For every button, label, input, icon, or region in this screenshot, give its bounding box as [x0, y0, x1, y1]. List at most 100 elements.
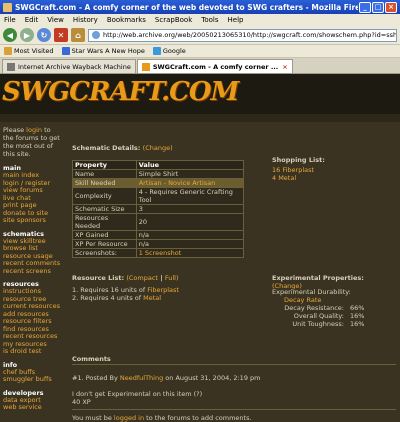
tab-swgcraft[interactable]: SWGCraft.com - A comfy corner ... × [136, 59, 293, 73]
value-cell: n/a [135, 230, 245, 240]
divider [72, 364, 396, 365]
value-cell: 20 [135, 213, 245, 231]
shopping-item[interactable]: 4 Metal [272, 174, 314, 182]
sidebar-link[interactable]: recent screens [3, 267, 61, 276]
site-logo[interactable]: SWGCRAFT.COM [2, 77, 239, 107]
table-row: XP Gained n/a [72, 230, 245, 240]
sidebar-header-strip [0, 114, 64, 122]
main-panel: Schematic Details: (Change) Shopping Lis… [66, 122, 396, 422]
value-cell[interactable]: 1 Screenshot [135, 248, 245, 258]
divider [72, 409, 396, 410]
resource-list: 1. Requires 16 units of Fiberplast 2. Re… [72, 286, 179, 302]
experimental-row: Decay Resistance: 66% [272, 304, 364, 312]
sidebar: Please login to the forums to get the mo… [0, 122, 64, 411]
value-cell: 4 - Requires Generic Crafting Tool [135, 187, 245, 205]
table-row: Schematic Size 3 [72, 204, 245, 214]
sidebar-link[interactable]: web service [3, 403, 61, 412]
swgcraft-icon [141, 62, 150, 71]
menu-help[interactable]: Help [228, 16, 244, 24]
globe-icon [92, 31, 100, 39]
bookmark-label: Star Wars A New Hope [71, 47, 145, 55]
property-cell: XP Per Resource [72, 239, 137, 249]
table-row: Resources Needed 20 [72, 213, 245, 231]
main-header-strip [64, 114, 400, 122]
table-row: Complexity 4 - Requires Generic Crafting … [72, 187, 245, 205]
maximize-button[interactable]: □ [372, 1, 384, 13]
home-icon[interactable]: ⌂ [71, 28, 85, 42]
tab-label: SWGCraft.com - A comfy corner ... [152, 62, 279, 71]
schematic-heading: Schematic Details: (Change) [72, 144, 173, 152]
full-link[interactable]: Full) [165, 274, 179, 282]
property-cell: Resources Needed [72, 213, 137, 231]
menu-history[interactable]: History [73, 16, 98, 24]
bookmark-star-wars[interactable]: Star Wars A New Hope [61, 47, 145, 55]
resource-link[interactable]: Fiberplast [147, 286, 179, 294]
experimental-label: Decay Resistance: [284, 304, 344, 312]
close-button[interactable]: × [385, 1, 397, 13]
bookmarks-toolbar: Most Visited Star Wars A New Hope Google [0, 45, 400, 58]
resource-item: 1. Requires 16 units of Fiberplast [72, 286, 179, 294]
sidebar-link[interactable]: site sponsors [3, 216, 61, 225]
experimental-group-label: Experimental Durability: [272, 288, 351, 296]
comment-author-link[interactable]: NeedfulThing [120, 374, 163, 382]
schematic-table: Property Value Name Simple Shirt Skill Nee… [72, 160, 245, 258]
login-prompt: Please login to the forums to get the mo… [3, 126, 60, 158]
table-row: XP Per Resource n/a [72, 239, 245, 249]
address-bar[interactable]: http://web.archive.org/web/2005021306531… [88, 28, 397, 42]
menu-edit[interactable]: Edit [25, 16, 39, 24]
tab-bar: Internet Archive Wayback Machine SWGCraf… [0, 58, 400, 74]
experimental-row: Unit Toughness: 16% [272, 320, 364, 328]
bookmark-icon [152, 47, 161, 55]
decay-rate-label: Decay Rate [284, 296, 322, 304]
navigation-toolbar: ◀ ▶ ↻ ✕ ⌂ http://web.archive.org/web/200… [0, 26, 400, 45]
property-cell: Skill Needed [72, 178, 137, 188]
tab-label: Internet Archive Wayback Machine [18, 62, 131, 71]
close-tab-icon[interactable]: × [282, 63, 287, 71]
site-banner: SWGCRAFT.COM [0, 74, 400, 114]
schematic-change-link[interactable]: (Change) [143, 144, 173, 152]
resource-link[interactable]: Metal [143, 294, 161, 302]
experimental-value: 16% [350, 312, 365, 320]
minimize-button[interactable]: _ [359, 1, 371, 13]
login-to-comment: You must be logged in to the forums to a… [72, 414, 252, 422]
archive-icon [7, 62, 15, 71]
back-arrow-icon[interactable]: ◀ [3, 28, 17, 42]
table-row: Name Simple Shirt [72, 169, 245, 179]
menu-tools[interactable]: Tools [201, 16, 218, 24]
comments-heading: Comments [72, 355, 111, 363]
compact-link[interactable]: (Compact [126, 274, 158, 282]
property-cell: Screenshots: [72, 248, 137, 258]
bookmark-label: Most Visited [14, 47, 54, 55]
sidebar-link[interactable]: smuggler buffs [3, 375, 61, 384]
menu-view[interactable]: View [47, 16, 64, 24]
bookmark-most-visited[interactable]: Most Visited [4, 47, 54, 55]
menu-file[interactable]: File [4, 16, 16, 24]
shopping-heading: Shopping List: [272, 156, 325, 164]
forward-arrow-icon[interactable]: ▶ [20, 28, 34, 42]
bookmark-label: Google [162, 47, 186, 55]
value-cell: n/a [135, 239, 245, 249]
page-content: SWGCRAFT.COM Please login to the forums … [0, 74, 400, 422]
login-link[interactable]: login [26, 126, 42, 134]
table-row: Skill Needed Artisan - Novice Artisan [72, 178, 245, 188]
shopping-list: 16 Fiberplast 4 Metal [272, 166, 314, 182]
menu-bookmarks[interactable]: Bookmarks [107, 16, 146, 24]
value-cell[interactable]: Artisan - Novice Artisan [135, 178, 245, 188]
bookmark-icon [61, 47, 70, 55]
menu-scrapbook[interactable]: ScrapBook [155, 16, 192, 24]
column-header-value: Value [135, 160, 245, 170]
experimental-row: Overall Quality: 16% [272, 312, 365, 320]
logged-in-link[interactable]: logged in [114, 414, 144, 422]
shopping-item[interactable]: 16 Fiberplast [272, 166, 314, 174]
bookmark-google[interactable]: Google [152, 47, 186, 55]
table-row: Screenshots: 1 Screenshot [72, 248, 245, 258]
url-text: http://web.archive.org/web/2005021306531… [103, 31, 397, 39]
reload-icon[interactable]: ↻ [37, 28, 51, 42]
value-cell: Simple Shirt [135, 169, 245, 179]
experimental-value: 16% [350, 320, 365, 328]
tab-wayback[interactable]: Internet Archive Wayback Machine [2, 59, 136, 73]
column-header-property: Property [72, 160, 137, 170]
sidebar-link[interactable]: is droid test [3, 347, 61, 356]
stop-icon[interactable]: ✕ [54, 28, 68, 42]
resource-item: 2. Requires 4 units of Metal [72, 294, 162, 302]
